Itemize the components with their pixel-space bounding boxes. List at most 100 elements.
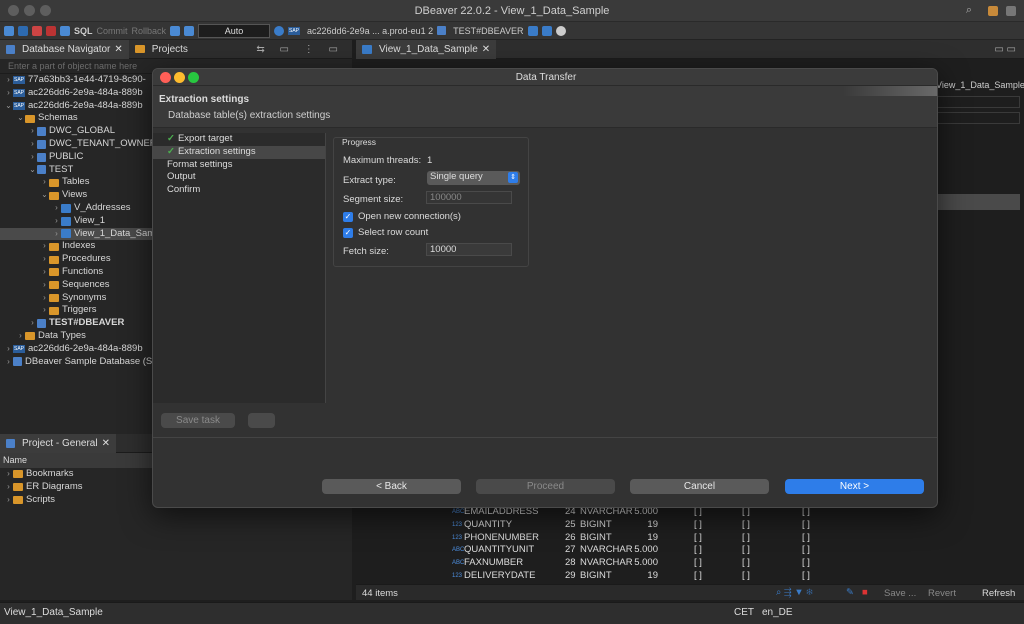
chevron-right-icon[interactable]: › [28,125,37,138]
bracket-cell[interactable]: [ ] [742,532,750,545]
bracket-cell[interactable]: [ ] [802,557,810,570]
chevron-right-icon[interactable]: › [52,202,61,215]
dbeaver-perspective-icon[interactable] [1006,6,1016,16]
bracket-cell[interactable]: [ ] [802,544,810,557]
tab-view-1-data-sample[interactable]: View_1_Data_Sample ✕ [356,39,497,59]
tab-projects[interactable]: Projects [129,40,194,59]
disconnect-icon[interactable] [32,25,42,36]
auto-commit-select[interactable]: Auto [198,23,271,38]
chevron-right-icon[interactable]: › [40,240,49,253]
refresh-button[interactable]: Refresh [982,588,1015,599]
chevron-right-icon[interactable]: › [4,494,13,507]
chevron-down-icon[interactable]: ⌄ [40,189,49,202]
tools-icon[interactable] [541,25,552,36]
revert-button[interactable]: Revert [928,588,956,599]
chevron-right-icon[interactable]: › [4,356,13,369]
segment-size-input[interactable]: 100000 [426,191,512,204]
tree-item-label: DBeaver Sample Database (S [25,355,153,367]
close-icon[interactable]: ✕ [482,40,490,59]
perspective-icon[interactable] [988,6,998,16]
transaction-mode-icon[interactable] [170,25,181,36]
bracket-cell[interactable]: [ ] [742,519,750,532]
task-settings-button[interactable] [248,413,275,428]
tab-project-general[interactable]: Project - General ✕ [0,433,116,453]
chevron-right-icon[interactable]: › [40,176,49,189]
new-connection-icon[interactable] [4,25,14,36]
chevron-down-icon[interactable]: ⌄ [4,100,13,113]
back-button[interactable]: < Back [322,479,461,494]
save-button[interactable]: Save ... [884,588,916,599]
rollback-button[interactable]: Rollback [132,26,167,36]
cancel-button[interactable]: Cancel [630,479,769,494]
toolbar-icons[interactable]: ⌕ ⇶ ▼ ❄ [776,587,813,598]
chevron-right-icon[interactable]: › [4,343,13,356]
edit-icon[interactable]: ✎ [846,587,854,598]
proceed-button[interactable]: Proceed [476,479,615,494]
chevron-right-icon[interactable]: › [4,87,13,100]
tab-database-navigator[interactable]: Database Navigator ✕ [0,39,129,59]
open-connection-checkbox[interactable]: ✓ [343,212,353,222]
search-icon[interactable]: ⌕ [966,4,972,17]
chevron-right-icon[interactable]: › [40,304,49,317]
chevron-right-icon[interactable]: › [28,138,37,151]
save-task-button[interactable]: Save task [161,413,235,428]
wizard-step[interactable]: Confirm [153,184,325,197]
chevron-right-icon[interactable]: › [16,330,25,343]
lightbulb-icon[interactable] [555,25,566,36]
maximize-icon[interactable]: ▭ ▭ [994,44,1016,55]
extract-type-select[interactable]: Single query ⇕ [427,171,520,185]
bracket-cell[interactable]: [ ] [694,519,702,532]
property-field[interactable] [936,112,1020,124]
select-row-count-label[interactable]: Select row count [358,227,428,238]
chevron-right-icon[interactable]: › [4,481,13,494]
close-icon[interactable]: ✕ [114,40,122,59]
wizard-step[interactable]: ✓ Extraction settings [153,145,325,159]
wizard-step[interactable]: Output [153,171,325,184]
chevron-right-icon[interactable]: › [4,468,13,481]
wizard-step[interactable]: Format settings [153,159,325,172]
wizard-step[interactable]: ✓ Export target [153,133,325,146]
column-datatype: BIGINT [580,570,612,581]
view-menu-icons[interactable]: ⇆ ▭ ⋮ ▭ [256,44,344,55]
select-row-count-checkbox[interactable]: ✓ [343,228,353,238]
selected-row[interactable] [936,194,1020,210]
active-connection-selector[interactable]: ac226dd6-2e9a ... a.prod-eu1 2 [307,26,433,36]
bracket-cell[interactable]: [ ] [742,570,750,583]
close-icon[interactable]: ✕ [102,434,110,453]
chevron-right-icon[interactable]: › [52,215,61,228]
max-threads-value[interactable]: 1 [427,155,432,166]
bracket-cell[interactable]: [ ] [802,532,810,545]
chevron-right-icon[interactable]: › [52,228,61,241]
bracket-cell[interactable]: [ ] [742,544,750,557]
delete-icon[interactable]: ■ [862,587,868,598]
chevron-right-icon[interactable]: › [40,279,49,292]
chevron-right-icon[interactable]: › [40,253,49,266]
chevron-right-icon[interactable]: › [28,151,37,164]
connect-icon[interactable] [18,25,28,36]
property-field[interactable] [936,96,1020,108]
bracket-cell[interactable]: [ ] [694,570,702,583]
sql-button[interactable]: SQL [74,26,93,36]
chevron-right-icon[interactable]: › [40,266,49,279]
bracket-cell[interactable]: [ ] [694,544,702,557]
commit-button[interactable]: Commit [97,26,128,36]
bracket-cell[interactable]: [ ] [802,519,810,532]
chevron-right-icon[interactable]: › [28,317,37,330]
clock-icon[interactable] [274,25,285,36]
chevron-right-icon[interactable]: › [4,74,13,87]
sql-editor-icon[interactable] [60,25,70,36]
stop-icon[interactable] [46,25,56,36]
cloud-icon[interactable] [527,25,538,36]
bracket-cell[interactable]: [ ] [694,532,702,545]
bracket-cell[interactable]: [ ] [694,557,702,570]
open-connection-label[interactable]: Open new connection(s) [358,211,461,222]
active-schema-selector[interactable]: TEST#DBEAVER [453,26,523,36]
bracket-cell[interactable]: [ ] [742,557,750,570]
lock-icon[interactable] [184,25,195,36]
fetch-size-input[interactable]: 10000 [426,243,512,256]
bracket-cell[interactable]: [ ] [802,570,810,583]
next-button[interactable]: Next > [785,479,924,494]
chevron-down-icon[interactable]: ⌄ [16,112,25,125]
chevron-down-icon[interactable]: ⌄ [28,164,37,177]
chevron-right-icon[interactable]: › [40,292,49,305]
